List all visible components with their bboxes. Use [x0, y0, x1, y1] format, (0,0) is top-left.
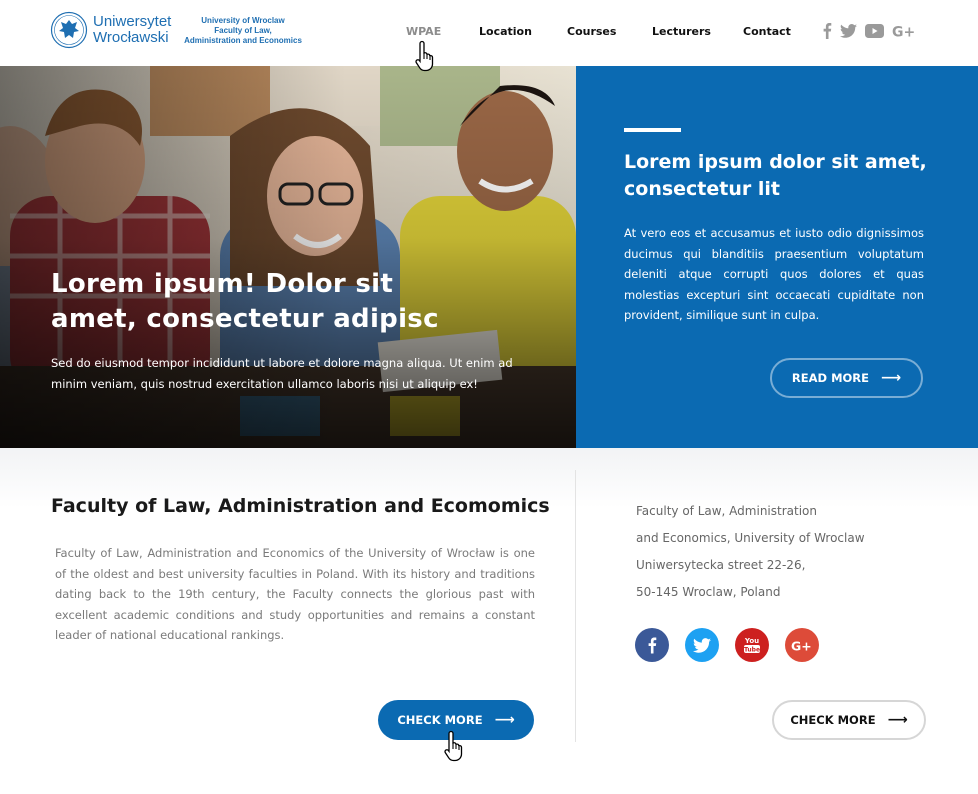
nav-item-location[interactable]: Location	[479, 25, 532, 38]
faculty-description: Faculty of Law, Administration and Econo…	[55, 546, 535, 642]
svg-text:Tube: Tube	[744, 647, 760, 654]
google-plus-icon[interactable]: G+	[785, 628, 819, 662]
contact-social-links: You Tube G+	[635, 628, 835, 662]
nav-item-wpae[interactable]: WPAE	[406, 25, 441, 38]
address-line: and Economics, University of Wroclaw	[636, 531, 865, 545]
header-social-links: G+	[822, 22, 923, 43]
arrow-right-icon: ⟶	[494, 712, 515, 728]
check-more-button-primary[interactable]: CHECK MORE ⟶	[378, 700, 534, 740]
svg-text:You: You	[744, 637, 759, 645]
twitter-icon[interactable]	[840, 23, 857, 42]
svg-text:G+: G+	[791, 638, 812, 652]
hero-students-photo: Lorem ipsum! Dolor sit amet, consectetur…	[0, 66, 576, 448]
contact-address: Faculty of Law, Administration and Econo…	[636, 498, 865, 606]
site-header: Uniwersytet Wrocławski University of Wro…	[0, 0, 978, 66]
check-more-label: CHECK MORE	[790, 713, 876, 727]
svg-text:G+: G+	[892, 25, 915, 39]
check-more-label: CHECK MORE	[397, 713, 483, 727]
arrow-right-icon: ⟶	[881, 370, 902, 386]
google-plus-icon[interactable]: G+	[892, 23, 915, 42]
facebook-icon[interactable]	[822, 22, 832, 43]
read-more-button[interactable]: READ MORE ⟶	[770, 358, 923, 398]
faculty-section: Faculty of Law, Administration and Ecomo…	[0, 448, 978, 794]
arrow-right-icon: ⟶	[887, 712, 908, 728]
facebook-icon[interactable]	[635, 628, 669, 662]
hero-section: Lorem ipsum! Dolor sit amet, consectetur…	[0, 66, 978, 448]
check-more-button-secondary[interactable]: CHECK MORE ⟶	[772, 700, 926, 740]
address-line: Uniwersytecka street 22-26,	[636, 558, 806, 572]
address-line: 50-145 Wroclaw, Poland	[636, 585, 781, 599]
twitter-icon[interactable]	[685, 628, 719, 662]
faculty-heading: Faculty of Law, Administration and Ecomo…	[51, 495, 550, 517]
hero-title: Lorem ipsum! Dolor sit amet, consectetur…	[51, 269, 439, 334]
nav-item-lecturers[interactable]: Lecturers	[652, 25, 711, 38]
youtube-icon[interactable]	[865, 23, 884, 42]
feature-title: Lorem ipsum dolor sit amet, consectetur …	[624, 151, 927, 200]
hero-text: Sed do eiusmod tempor incididunt ut labo…	[51, 356, 513, 391]
feature-accent-rule	[624, 128, 681, 132]
read-more-label: READ MORE	[791, 371, 869, 385]
feature-text: At vero eos et accusamus et iusto odio d…	[624, 226, 924, 322]
nav-item-courses[interactable]: Courses	[567, 25, 616, 38]
section-divider	[575, 470, 576, 742]
nav-item-contact[interactable]: Contact	[743, 25, 791, 38]
youtube-icon[interactable]: You Tube	[735, 628, 769, 662]
address-line: Faculty of Law, Administration	[636, 504, 817, 518]
feature-panel: Lorem ipsum dolor sit amet, consectetur …	[576, 66, 978, 448]
